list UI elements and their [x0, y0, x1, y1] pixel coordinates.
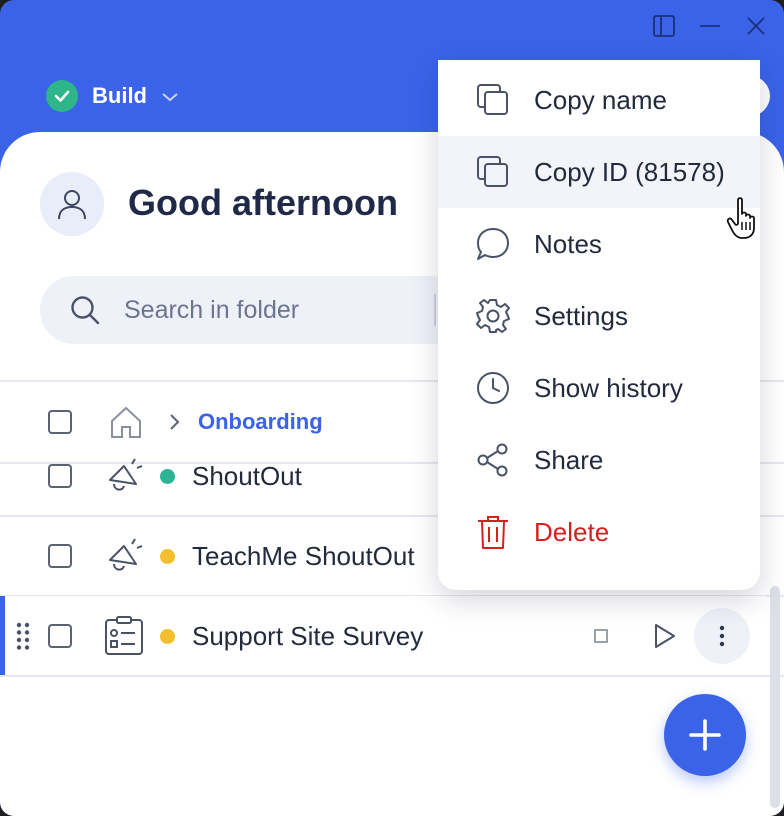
menu-item-label: Notes — [534, 228, 602, 259]
more-vertical-icon — [719, 625, 725, 647]
plus-icon — [689, 719, 721, 751]
stop-icon[interactable] — [594, 629, 608, 643]
row-checkbox[interactable] — [48, 544, 72, 568]
row-checkbox[interactable] — [48, 624, 72, 648]
play-icon[interactable] — [650, 622, 678, 650]
menu-item-label: Share — [534, 444, 604, 475]
chat-bubble-icon — [474, 225, 512, 263]
mode-label: Build — [92, 83, 147, 108]
menu-item-label: Copy name — [534, 84, 667, 115]
trash-icon — [474, 513, 512, 551]
copy-icon — [474, 81, 512, 119]
status-dot — [160, 468, 175, 484]
search-separator — [434, 294, 436, 326]
search-bar[interactable] — [40, 276, 480, 344]
list-item[interactable]: Support Site Survey — [0, 596, 766, 676]
megaphone-icon — [102, 454, 146, 498]
menu-item-settings[interactable]: Settings — [438, 280, 760, 352]
item-name: Support Site Survey — [192, 620, 424, 651]
select-all-checkbox[interactable] — [48, 410, 72, 434]
status-dot — [160, 628, 175, 644]
panel-toggle-icon[interactable] — [652, 14, 676, 38]
home-icon[interactable] — [108, 404, 144, 440]
menu-item-share[interactable]: Share — [438, 424, 760, 496]
chevron-down-icon — [161, 83, 179, 109]
menu-item-label: Copy ID (81578) — [534, 156, 725, 187]
hand-cursor-icon — [726, 196, 762, 240]
item-name: TeachMe ShoutOut — [192, 540, 415, 571]
search-icon — [70, 295, 100, 325]
item-name: ShoutOut — [192, 460, 302, 491]
add-button[interactable] — [664, 694, 746, 776]
menu-item-label: Show history — [534, 372, 683, 403]
clock-icon — [474, 369, 512, 407]
copy-icon — [474, 153, 512, 191]
menu-item-show-history[interactable]: Show history — [438, 352, 760, 424]
survey-icon — [102, 614, 146, 658]
menu-item-copy-name[interactable]: Copy name — [438, 64, 760, 136]
context-menu: Copy name Copy ID (81578) Notes Settings… — [438, 60, 760, 590]
row-active-indicator — [0, 596, 5, 676]
close-icon[interactable] — [744, 14, 768, 38]
menu-item-copy-id[interactable]: Copy ID (81578) — [438, 136, 760, 208]
user-icon — [58, 190, 86, 220]
more-options-button[interactable] — [694, 608, 750, 664]
search-input[interactable] — [122, 294, 406, 326]
menu-item-notes[interactable]: Notes — [438, 208, 760, 280]
window-controls — [652, 14, 768, 38]
mode-selector[interactable]: Build — [46, 80, 179, 112]
chevron-right-icon — [168, 412, 182, 432]
menu-item-label: Settings — [534, 300, 628, 331]
share-icon — [474, 441, 512, 479]
drag-handle-icon[interactable] — [16, 622, 30, 650]
row-checkbox[interactable] — [48, 464, 72, 488]
app-window: Build Good afternoon Onboardin — [0, 0, 784, 816]
megaphone-icon — [102, 534, 146, 578]
breadcrumb-current[interactable]: Onboarding — [198, 409, 323, 435]
divider — [0, 675, 784, 677]
menu-item-delete[interactable]: Delete — [438, 496, 760, 568]
status-dot — [160, 548, 175, 564]
menu-item-label: Delete — [534, 516, 610, 547]
greeting-title: Good afternoon — [128, 182, 398, 223]
gear-icon — [474, 297, 512, 335]
minimize-icon[interactable] — [698, 14, 722, 38]
check-icon — [46, 80, 78, 112]
user-avatar[interactable] — [40, 172, 104, 236]
scrollbar[interactable] — [770, 586, 780, 808]
